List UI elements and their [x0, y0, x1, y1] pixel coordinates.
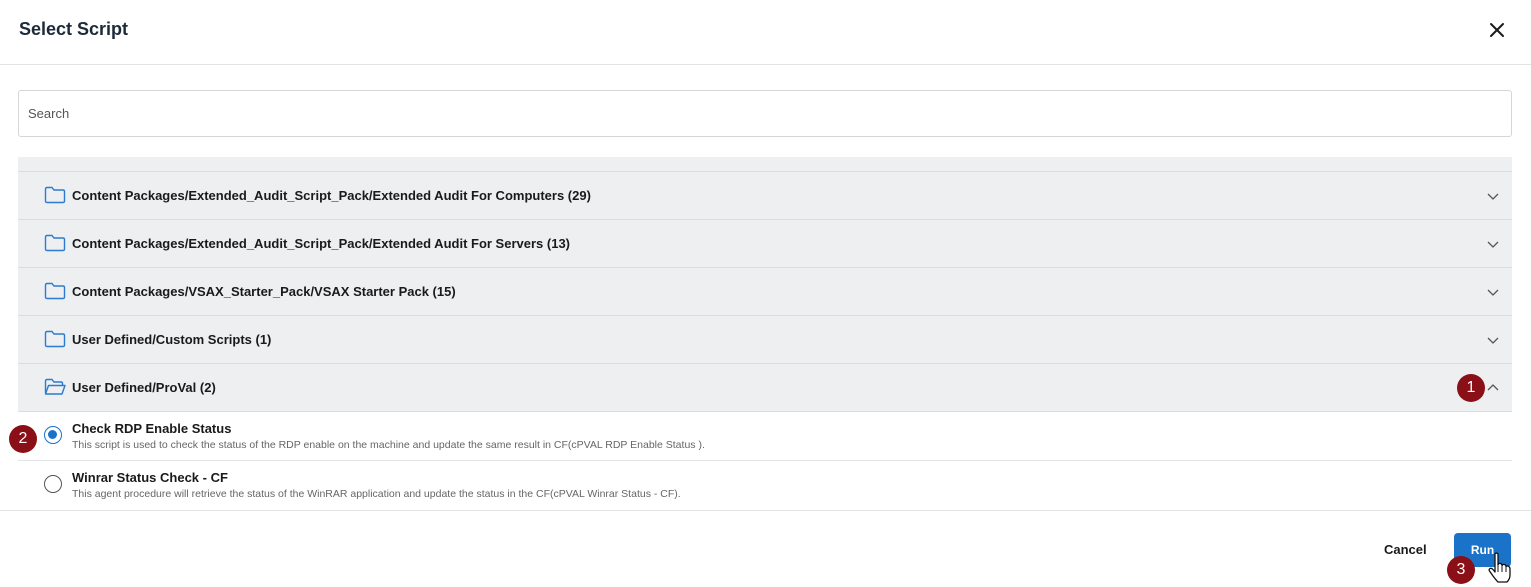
folder-icon: [44, 330, 66, 348]
dialog-footer: Cancel Run: [0, 510, 1531, 587]
hand-cursor-icon: [1488, 552, 1511, 583]
folder-label: Content Packages/Extended_Audit_Script_P…: [72, 188, 591, 203]
annotation-step-1: 1: [1457, 374, 1485, 402]
folder-icon: [44, 186, 66, 204]
script-item-check-rdp[interactable]: Check RDP Enable Status This script is u…: [18, 412, 1512, 461]
script-description: This script is used to check the status …: [72, 439, 705, 451]
cancel-button[interactable]: Cancel: [1384, 542, 1427, 557]
search-input[interactable]: [18, 90, 1512, 137]
folder-label: User Defined/ProVal (2): [72, 380, 216, 395]
chevron-down-icon[interactable]: [1486, 333, 1500, 347]
folder-open-icon: [44, 378, 66, 395]
chevron-down-icon[interactable]: [1486, 237, 1500, 251]
folder-label: Content Packages/Extended_Audit_Script_P…: [72, 236, 570, 251]
folder-icon: [44, 234, 66, 252]
chevron-down-icon[interactable]: [1486, 189, 1500, 203]
script-folder-list: Content Packages/Extended_Audit_Script_P…: [18, 157, 1512, 509]
chevron-down-icon[interactable]: [1486, 285, 1500, 299]
dialog-title: Select Script: [19, 19, 129, 39]
folder-label: Content Packages/VSAX_Starter_Pack/VSAX …: [72, 284, 456, 299]
script-name: Check RDP Enable Status: [72, 421, 232, 436]
chevron-up-icon[interactable]: [1486, 381, 1500, 395]
close-button[interactable]: [1485, 18, 1509, 42]
folder-row-custom-scripts[interactable]: User Defined/Custom Scripts (1): [18, 316, 1512, 364]
folder-icon: [44, 282, 66, 300]
annotation-step-3: 3: [1447, 556, 1475, 584]
script-name: Winrar Status Check - CF: [72, 470, 228, 485]
folder-label: User Defined/Custom Scripts (1): [72, 332, 272, 347]
folder-row-extended-audit-computers[interactable]: Content Packages/Extended_Audit_Script_P…: [18, 172, 1512, 220]
script-item-winrar[interactable]: Winrar Status Check - CF This agent proc…: [18, 461, 1512, 509]
annotation-step-2: 2: [9, 425, 37, 453]
script-radio[interactable]: [44, 475, 62, 493]
close-icon: [1490, 23, 1504, 37]
list-header-strip: [18, 157, 1512, 172]
dialog-header: Select Script: [0, 0, 1531, 65]
folder-row-proval[interactable]: User Defined/ProVal (2): [18, 364, 1512, 412]
script-description: This agent procedure will retrieve the s…: [72, 488, 681, 500]
folder-row-extended-audit-servers[interactable]: Content Packages/Extended_Audit_Script_P…: [18, 220, 1512, 268]
script-radio[interactable]: [44, 426, 62, 444]
folder-row-vsax-starter-pack[interactable]: Content Packages/VSAX_Starter_Pack/VSAX …: [18, 268, 1512, 316]
